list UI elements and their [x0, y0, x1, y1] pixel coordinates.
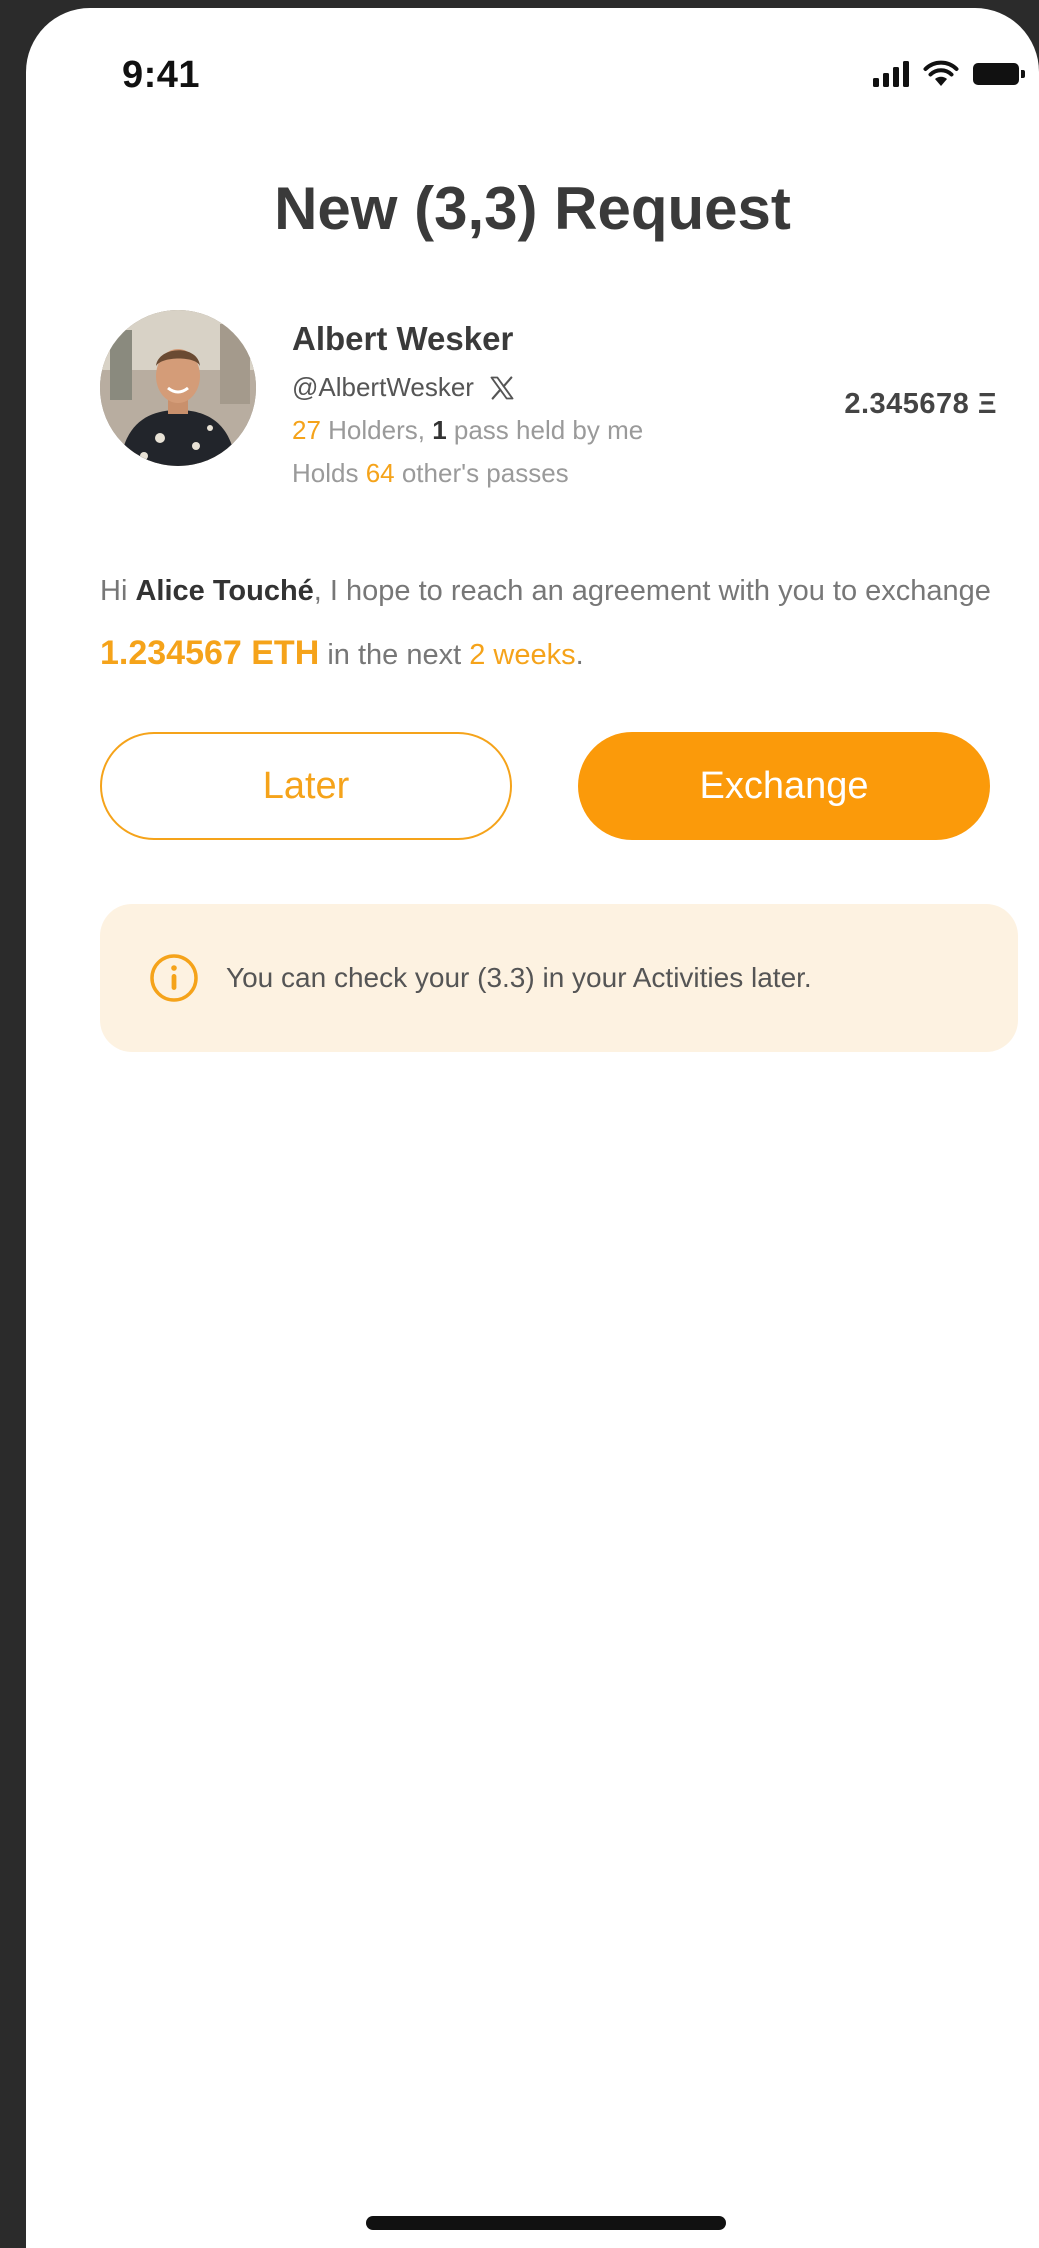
request-message: Hi Alice Touché, I hope to reach an agre…	[100, 560, 1020, 686]
avatar[interactable]	[100, 310, 256, 466]
status-icons	[873, 60, 1025, 88]
later-button[interactable]: Later	[100, 732, 512, 840]
holds-suffix: other's passes	[394, 458, 569, 488]
message-text-2: in the next	[319, 639, 470, 671]
profile-handle-row: @AlbertWesker	[292, 372, 643, 403]
holds-stats: Holds 64 other's passes	[292, 458, 643, 489]
message-text-3: .	[575, 639, 584, 671]
x-logo-icon[interactable]	[488, 374, 516, 402]
info-icon	[150, 954, 198, 1002]
message-period: 2 weeks	[469, 639, 576, 671]
home-indicator[interactable]	[366, 2216, 726, 2230]
profile-handle[interactable]: @AlbertWesker	[292, 372, 474, 403]
notice-text: You can check your (3.3) in your Activit…	[226, 962, 812, 993]
profile-info: Albert Wesker @AlbertWesker 27 Holders, …	[292, 320, 643, 489]
holders-label: Holders,	[320, 415, 433, 445]
passes-held-count: 1	[432, 415, 447, 445]
status-time: 9:41	[122, 54, 201, 96]
holders-stats: 27 Holders, 1 pass held by me	[292, 415, 643, 446]
battery-icon	[973, 63, 1025, 85]
page-title: New (3,3) Request	[274, 175, 791, 242]
message-text-1: , I hope to reach an agreement with you …	[313, 575, 991, 607]
wifi-icon	[923, 60, 959, 86]
phone-screen: 9:41 New (3,3) Request Albert Wesker @Al…	[26, 8, 1039, 2248]
exchange-button[interactable]: Exchange	[578, 732, 990, 840]
passes-held-label: pass held by me	[446, 415, 644, 445]
cellular-signal-icon	[873, 61, 909, 87]
avatar-photo	[100, 310, 256, 466]
notice-banner: You can check your (3.3) in your Activit…	[100, 904, 1018, 1052]
message-amount: 1.234567 ETH	[100, 634, 320, 672]
holds-count: 64	[365, 458, 395, 488]
profile-name[interactable]: Albert Wesker	[292, 320, 643, 358]
holders-count: 27	[292, 415, 321, 445]
message-greeting: Hi	[100, 575, 136, 607]
holds-prefix: Holds	[292, 458, 366, 488]
status-bar: 9:41	[26, 8, 1039, 128]
message-recipient: Alice Touché	[135, 575, 314, 607]
profile-balance: 2.345678 Ξ	[844, 388, 997, 420]
